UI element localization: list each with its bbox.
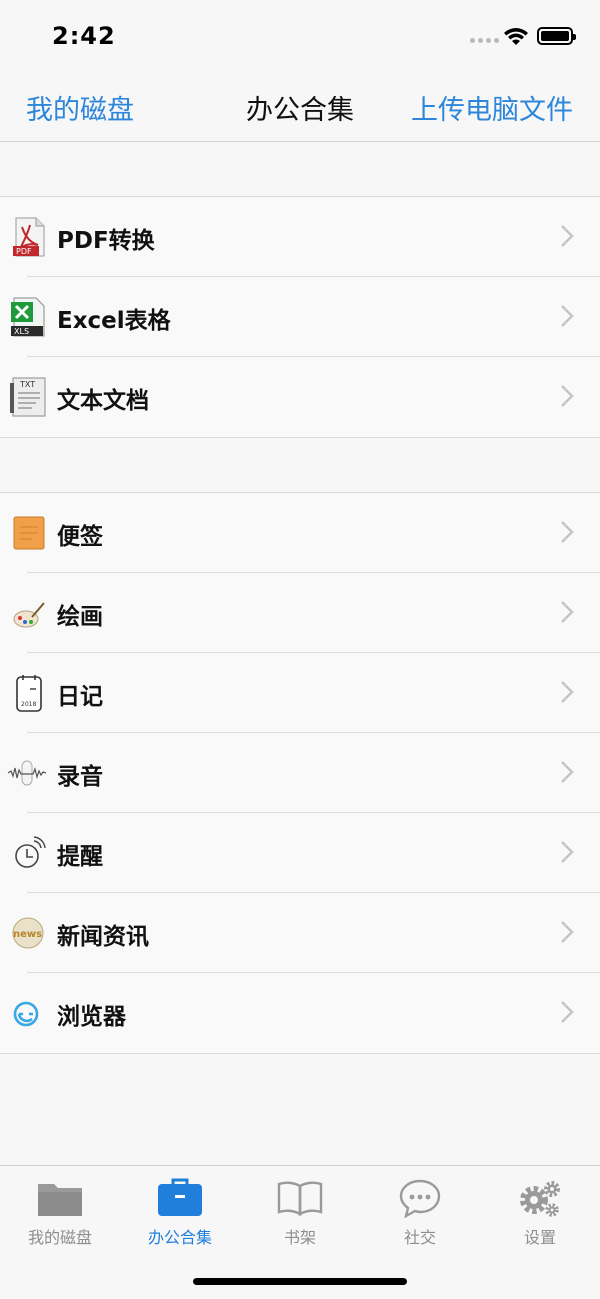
list-item-recording[interactable]: 录音: [0, 733, 600, 813]
list-item-label: PDF转换: [57, 228, 155, 254]
chevron-right-icon: [561, 601, 574, 623]
chevron-right-icon: [561, 841, 574, 863]
list-item-notes[interactable]: 便签: [0, 493, 600, 573]
list-item-label: Excel表格: [57, 308, 171, 334]
tab-social[interactable]: 社交: [360, 1166, 480, 1256]
news-icon-text: news: [13, 929, 42, 940]
status-time: 2:42: [52, 22, 116, 50]
list-item-pdf[interactable]: PDF PDF转换: [0, 197, 600, 277]
tab-my-disk[interactable]: 我的磁盘: [0, 1166, 120, 1256]
tab-label: 办公合集: [147, 1228, 212, 1247]
chevron-right-icon: [561, 225, 574, 247]
list-item-label: 日记: [57, 684, 103, 710]
pdf-icon: PDF: [13, 217, 45, 257]
chevron-right-icon: [561, 681, 574, 703]
list-item-browser[interactable]: 浏览器: [0, 973, 600, 1053]
diary-icon: 2018: [16, 675, 42, 712]
signal-icon: [470, 38, 499, 43]
chevron-right-icon: [561, 305, 574, 327]
battery-icon: [537, 27, 576, 45]
tab-label: 我的磁盘: [27, 1228, 92, 1247]
briefcase-icon: [158, 1178, 202, 1216]
book-icon: [277, 1181, 323, 1217]
list-item-label: 浏览器: [57, 1004, 126, 1030]
utilities-group: 便签 绘画 2018 日记 录音 提醒 news 新闻资讯 浏览器: [0, 492, 600, 1054]
list-item-diary[interactable]: 2018 日记: [0, 653, 600, 733]
tab-settings[interactable]: 设置: [480, 1166, 600, 1256]
tab-label: 社交: [403, 1228, 436, 1247]
list-item-drawing[interactable]: 绘画: [0, 573, 600, 653]
txt-icon-text: TXT: [19, 380, 35, 389]
excel-icon: XLS: [11, 297, 45, 337]
chevron-right-icon: [561, 1001, 574, 1023]
note-icon: [13, 516, 45, 550]
list-item-label: 新闻资讯: [57, 924, 149, 950]
upload-pc-files-button[interactable]: 上传电脑文件: [411, 88, 573, 127]
diary-icon-year: 2018: [21, 701, 36, 708]
list-item-reminder[interactable]: 提醒: [0, 813, 600, 893]
tab-bookshelf[interactable]: 书架: [240, 1166, 360, 1256]
tab-label: 设置: [523, 1228, 556, 1247]
chevron-right-icon: [561, 385, 574, 407]
xls-icon-text: XLS: [14, 327, 29, 336]
recording-icon: [7, 760, 47, 786]
home-indicator[interactable]: [193, 1278, 407, 1285]
browser-icon: [13, 1001, 39, 1027]
news-icon: news: [12, 917, 44, 949]
pdf-icon-text: PDF: [16, 247, 32, 256]
list-item-excel[interactable]: XLS Excel表格: [0, 277, 600, 357]
folder-icon: [38, 1184, 82, 1216]
list-item-label: 文本文档: [57, 388, 149, 414]
chat-icon: [399, 1179, 441, 1218]
palette-icon: [13, 602, 45, 628]
wifi-icon: [504, 28, 528, 45]
list-item-label: 提醒: [57, 844, 103, 870]
tab-office-collection[interactable]: 办公合集: [120, 1166, 240, 1256]
chevron-right-icon: [561, 761, 574, 783]
chevron-right-icon: [561, 921, 574, 943]
gear-icon: [520, 1181, 560, 1217]
txt-icon: TXT: [10, 377, 46, 417]
document-tools-group: PDF PDF转换 XLS Excel表格 TXT 文本文档: [0, 196, 600, 438]
list-item-label: 绘画: [57, 604, 103, 630]
nav-bar: 我的磁盘 办公合集 上传电脑文件: [0, 74, 600, 142]
list-item-text-doc[interactable]: TXT 文本文档: [0, 357, 600, 437]
status-bar: 2:42: [0, 0, 600, 74]
list-item-label: 便签: [57, 524, 103, 550]
list-item-news[interactable]: news 新闻资讯: [0, 893, 600, 973]
reminder-icon: [15, 836, 46, 868]
tab-label: 书架: [283, 1228, 316, 1247]
list-item-label: 录音: [57, 764, 103, 790]
chevron-right-icon: [561, 521, 574, 543]
